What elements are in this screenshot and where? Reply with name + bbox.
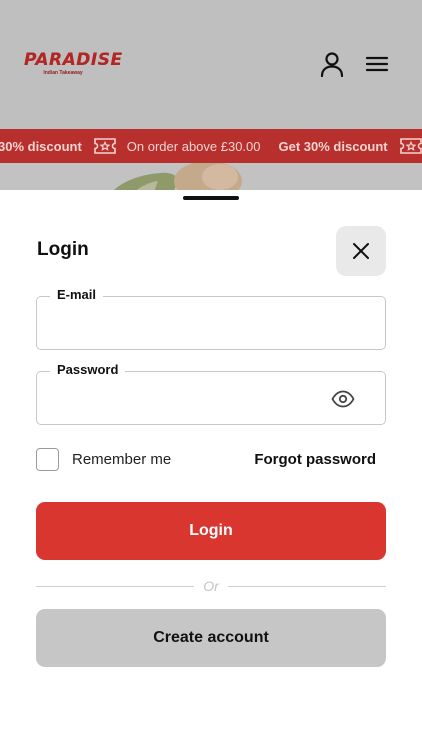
email-field[interactable]: E-mail <box>36 287 386 350</box>
or-divider: Or <box>36 577 386 595</box>
banner-text: Get 30% discount <box>278 138 388 154</box>
eye-icon[interactable] <box>331 389 355 409</box>
close-button[interactable] <box>336 226 386 276</box>
banner-text: On order above £30.00 <box>126 138 261 154</box>
password-label: Password <box>50 362 126 377</box>
login-sheet: Login E-mail Password Remember me Forgot… <box>0 190 422 750</box>
create-account-button[interactable]: Create account <box>36 609 386 667</box>
close-icon <box>353 243 369 259</box>
login-title: Login <box>37 239 89 260</box>
login-button[interactable]: Login <box>36 502 386 560</box>
background-header: PARADISE Indian Takeaway <box>0 0 422 130</box>
divider-line <box>228 586 386 587</box>
forgot-password-link[interactable]: Forgot password <box>254 451 376 468</box>
sheet-drag-handle[interactable] <box>183 196 239 200</box>
password-field[interactable]: Password <box>36 362 386 425</box>
email-input[interactable] <box>53 311 333 335</box>
discount-banner: 30% discount On order above £30.00 Get 3… <box>0 129 422 163</box>
password-input[interactable] <box>53 386 333 410</box>
ticket-icon <box>93 138 116 154</box>
remember-me-checkbox[interactable] <box>36 448 59 471</box>
user-icon[interactable] <box>318 50 346 78</box>
paradise-logo: PARADISE Indian Takeaway <box>24 50 123 76</box>
logo-tagline: Indian Takeaway <box>43 70 83 76</box>
app-root: PARADISE Indian Takeaway 30% discount On… <box>0 0 422 750</box>
ticket-icon <box>399 138 422 154</box>
hamburger-menu-icon[interactable] <box>363 50 391 78</box>
banner-text: 30% discount <box>0 138 82 154</box>
email-label: E-mail <box>50 287 104 302</box>
remember-me-label: Remember me <box>72 451 172 468</box>
logo-wordmark: PARADISE <box>24 50 123 70</box>
banner-track: 30% discount On order above £30.00 Get 3… <box>0 129 422 163</box>
